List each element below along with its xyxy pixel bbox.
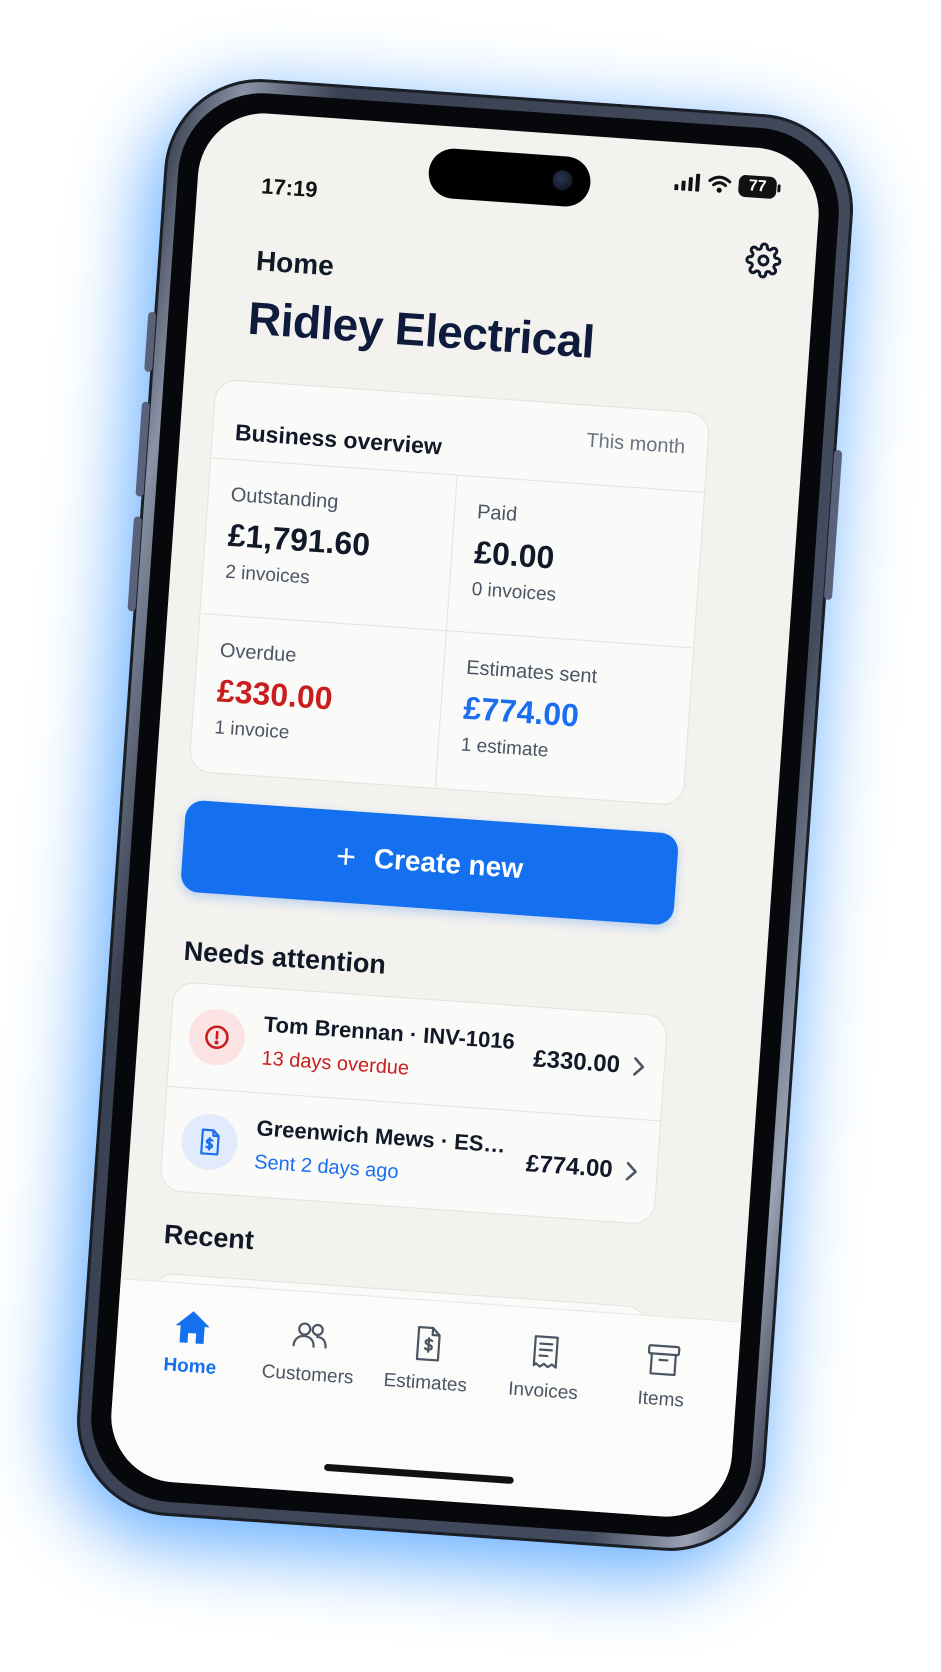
status-icons: 77 — [674, 170, 778, 200]
chevron-right-icon — [625, 1161, 637, 1180]
items-icon — [647, 1344, 681, 1377]
stat-amount: £330.00 — [215, 672, 334, 717]
attention-item-amount: £774.00 — [525, 1149, 614, 1183]
create-new-button[interactable]: + Create new — [179, 799, 680, 926]
battery-indicator: 77 — [737, 174, 778, 200]
overview-title: Business overview — [234, 419, 443, 460]
tab-label: Home — [162, 1354, 217, 1379]
tab-label: Invoices — [507, 1378, 579, 1405]
attention-item-title: Greenwich Mews · EST-... — [255, 1115, 517, 1159]
attention-item-title: Tom Brennan · INV-1016 — [263, 1011, 516, 1054]
tab-label: Items — [636, 1387, 685, 1412]
stat-outstanding[interactable]: Outstanding £1,791.60 2 invoices — [200, 458, 458, 632]
stat-estimates-sent[interactable]: Estimates sent £774.00 1 estimate — [436, 631, 693, 805]
business-overview-card: Business overview This month Outstanding… — [188, 378, 711, 807]
needs-attention-title: Needs attention — [182, 935, 387, 980]
invoices-icon — [532, 1335, 559, 1369]
period-selector[interactable]: This month — [586, 430, 686, 460]
status-time: 17:19 — [260, 173, 319, 203]
customers-icon — [292, 1322, 327, 1349]
stat-label: Outstanding — [229, 483, 340, 514]
app-screen: 17:19 77 Home Ridley Electrical Business… — [106, 108, 824, 1522]
home-icon — [175, 1311, 210, 1345]
phone: 17:19 77 Home Ridley Electrical Business… — [70, 72, 860, 1558]
stat-sub: 1 invoice — [213, 717, 291, 744]
wifi-icon — [708, 175, 732, 193]
attention-item-status: 13 days overdue — [260, 1046, 410, 1080]
stat-label: Estimates sent — [465, 656, 598, 688]
stat-overdue[interactable]: Overdue £330.00 1 invoice — [189, 614, 447, 788]
stat-sub: 1 estimate — [460, 734, 550, 762]
stat-amount: £0.00 — [473, 534, 556, 576]
camera-icon — [551, 169, 574, 191]
create-new-label: Create new — [372, 842, 525, 885]
gear-icon[interactable] — [744, 241, 782, 279]
stat-paid[interactable]: Paid £0.00 0 invoices — [446, 475, 705, 649]
alert-circle-icon — [187, 1007, 247, 1068]
signal-icon — [674, 173, 701, 192]
overview-stats-grid: Outstanding £1,791.60 2 invoices Paid £0… — [189, 458, 705, 805]
attention-item-status: Sent 2 days ago — [253, 1151, 400, 1184]
recent-title: Recent — [162, 1219, 255, 1256]
tab-label: Customers — [261, 1361, 355, 1389]
estimate-document-icon — [179, 1111, 240, 1172]
tab-home[interactable]: Home — [130, 1305, 246, 1487]
stat-amount: £1,791.60 — [226, 516, 372, 563]
needs-attention-list: Tom Brennan · INV-1016 13 days overdue £… — [159, 981, 669, 1226]
tab-items[interactable]: Items — [601, 1338, 717, 1520]
stat-sub: 2 invoices — [224, 561, 311, 589]
attention-item-amount: £330.00 — [532, 1045, 621, 1079]
stat-amount: £774.00 — [462, 689, 581, 734]
chevron-right-icon — [633, 1057, 645, 1076]
stat-label: Overdue — [219, 639, 298, 667]
plus-icon: + — [334, 837, 358, 877]
tab-invoices[interactable]: Invoices — [483, 1329, 599, 1511]
dynamic-island — [427, 146, 593, 209]
attention-item-text: Tom Brennan · INV-1016 13 days overdue — [261, 1011, 524, 1088]
estimates-icon — [415, 1325, 441, 1362]
nav-title: Home — [255, 245, 335, 282]
attention-item-text: Greenwich Mews · EST-... Sent 2 days ago — [253, 1115, 517, 1192]
business-name-title: Ridley Electrical — [246, 291, 597, 368]
stat-label: Paid — [476, 501, 518, 526]
tab-label: Estimates — [382, 1369, 468, 1397]
stat-sub: 0 invoices — [471, 578, 557, 606]
